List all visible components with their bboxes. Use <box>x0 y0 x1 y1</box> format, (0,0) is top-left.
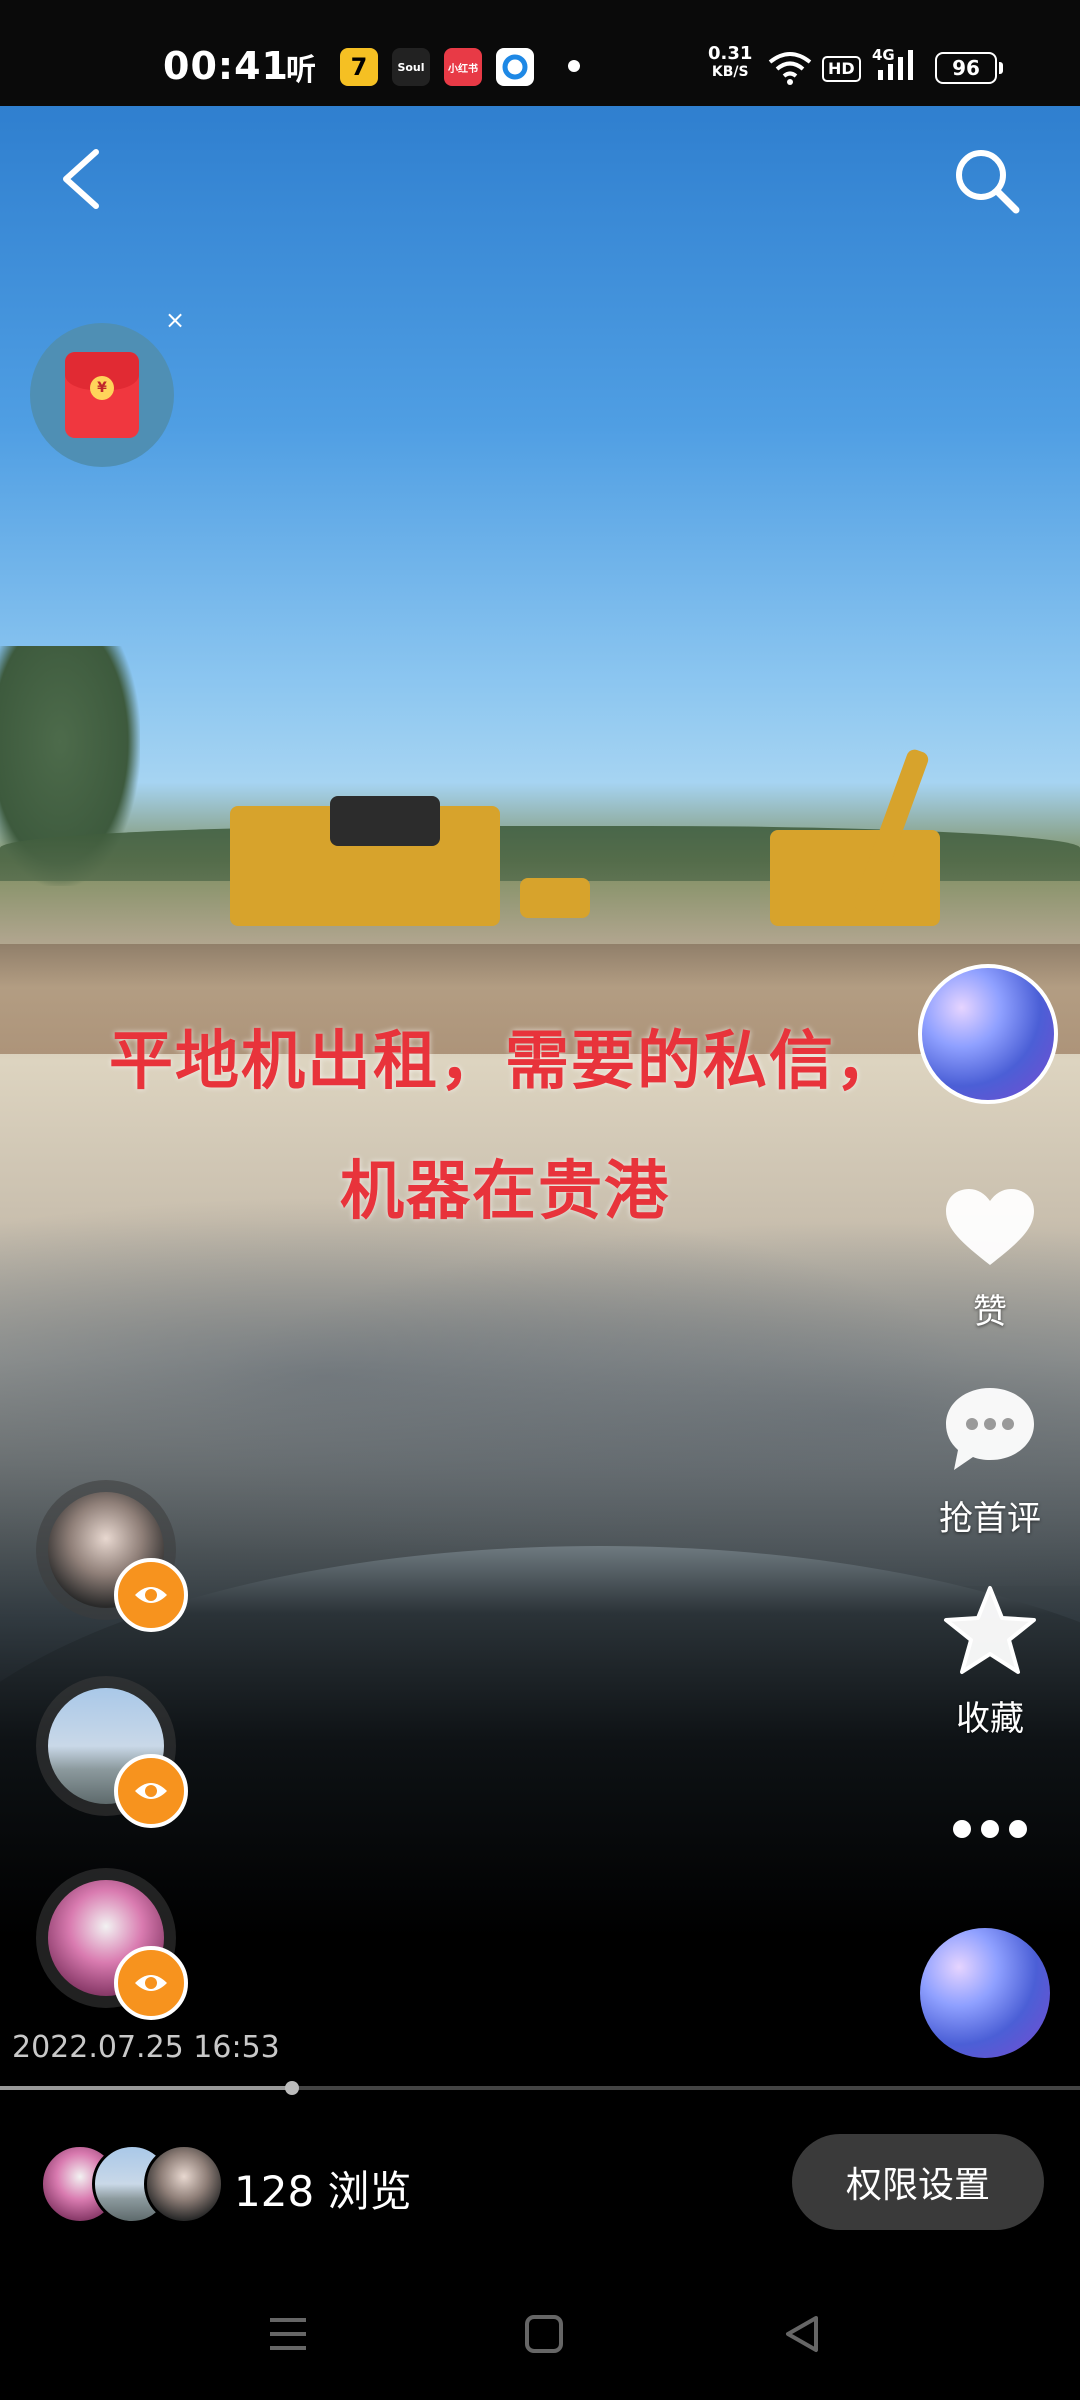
more-options-icon[interactable] <box>952 1818 1028 1840</box>
eye-icon <box>114 1558 188 1632</box>
heart-icon <box>946 1189 1034 1265</box>
search-icon[interactable] <box>952 146 1022 216</box>
battery-icon: 96 <box>935 52 1003 84</box>
battery-level: 96 <box>952 56 980 80</box>
favorite-label: 收藏 <box>956 1699 1024 1739</box>
video-caption-line2: 机器在贵港 <box>340 1155 670 1229</box>
favorite-button[interactable]: 收藏 <box>920 1584 1060 1740</box>
home-icon[interactable] <box>524 2314 564 2354</box>
red-packet-close-icon[interactable]: × <box>165 306 185 334</box>
progress-knob[interactable] <box>284 2081 299 2095</box>
app-seven-icon: 7 <box>340 48 378 86</box>
viewer-avatar-1[interactable] <box>36 1480 188 1632</box>
network-speed: 0.31 KB/S <box>708 44 752 82</box>
red-packet-icon: ¥ <box>65 352 139 438</box>
author-avatar[interactable] <box>918 964 1058 1104</box>
viewer-avatar-2[interactable] <box>36 1676 188 1828</box>
browser-app-icon <box>496 48 534 86</box>
ting-app-icon: 听 <box>286 53 316 88</box>
wifi-icon <box>768 52 812 85</box>
viewer-avatar-stack[interactable] <box>40 2144 224 2224</box>
eye-icon <box>114 1754 188 1828</box>
comment-label: 抢首评 <box>939 1499 1041 1539</box>
network-speed-value: 0.31 <box>708 43 753 64</box>
notification-dot-icon <box>568 60 580 72</box>
red-packet-button[interactable]: ¥ <box>30 323 174 467</box>
grader-cab-image <box>330 796 440 846</box>
viewer-avatar-3[interactable] <box>36 1868 188 2020</box>
comment-button[interactable]: 抢首评 <box>920 1384 1060 1540</box>
progress-fill <box>0 2086 292 2090</box>
xiaohongshu-icon: 小红书 <box>444 48 482 86</box>
star-icon <box>944 1586 1036 1674</box>
view-count[interactable]: 128 浏览 <box>234 2158 412 2219</box>
status-bar: 00:41 听 7 Soul 小红书 0.31 KB/S HD 4G 96 <box>0 0 1080 106</box>
post-timestamp: 2022.07.25 16:53 <box>12 2030 280 2065</box>
roller-machine-image <box>520 878 590 918</box>
eye-icon <box>114 1946 188 2020</box>
back-nav-icon[interactable] <box>782 2314 822 2354</box>
like-label: 赞 <box>973 1292 1007 1332</box>
stack-avatar-3 <box>144 2144 224 2224</box>
hd-badge: HD <box>822 56 861 82</box>
network-speed-unit: KB/S <box>711 64 749 80</box>
like-button[interactable]: 赞 <box>920 1185 1060 1333</box>
video-caption-line1: 平地机出租，需要的私信， <box>109 1025 901 1099</box>
permission-settings-button[interactable]: 权限设置 <box>792 2134 1044 2230</box>
status-time: 00:41 <box>163 44 289 88</box>
music-disc-avatar[interactable] <box>920 1928 1050 2058</box>
back-icon[interactable] <box>54 146 114 212</box>
red-packet-coin: ¥ <box>90 376 114 400</box>
recent-apps-icon[interactable] <box>266 2314 310 2354</box>
excavator-image <box>770 830 940 926</box>
comment-bubble-icon <box>946 1388 1034 1470</box>
video-progress-bar[interactable] <box>0 2081 1080 2095</box>
soul-app-icon: Soul <box>392 48 430 86</box>
